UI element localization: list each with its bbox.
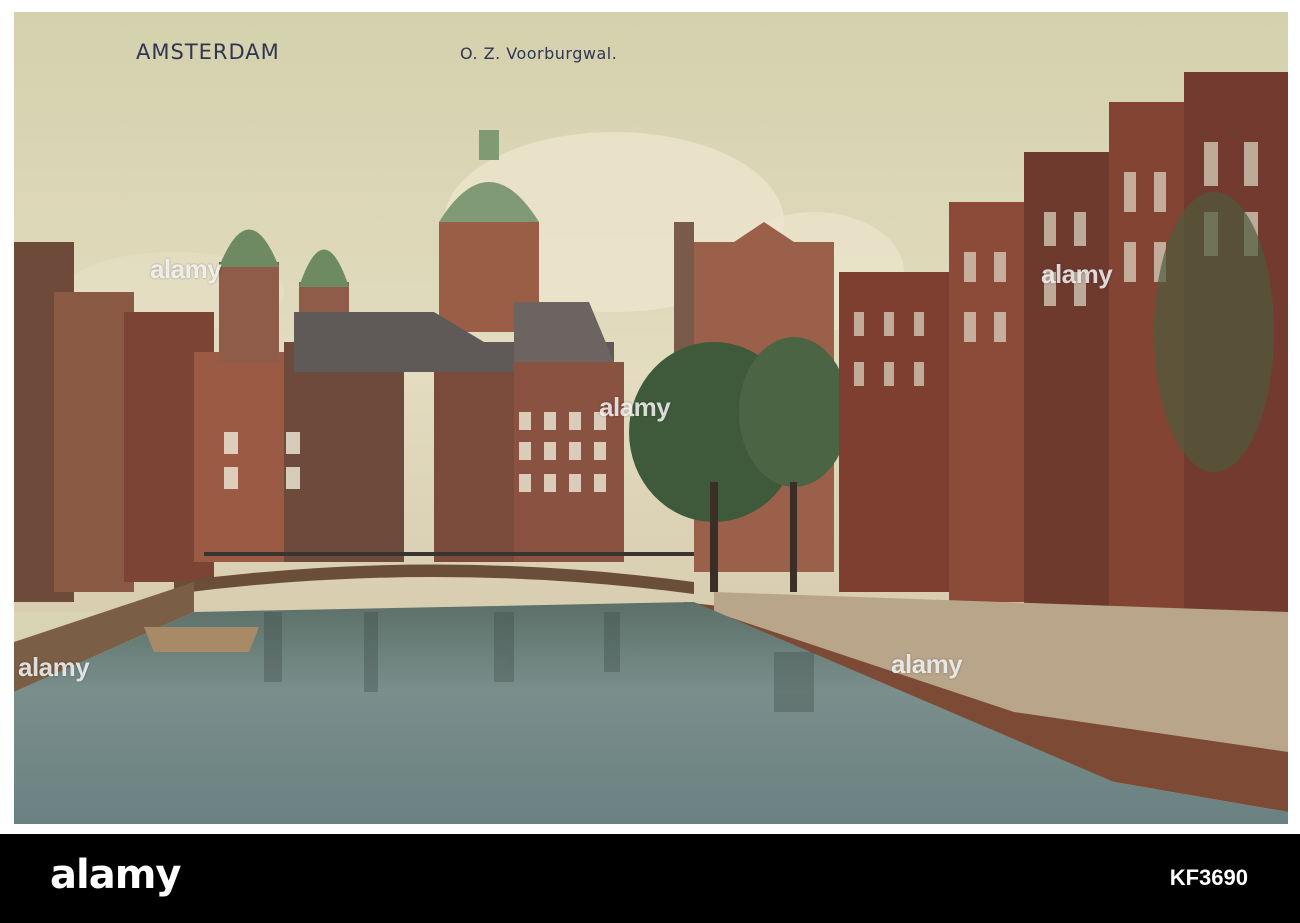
watermark: alamy	[1041, 259, 1113, 289]
bridge-railing	[204, 552, 694, 556]
building-left	[54, 292, 134, 592]
church-lantern	[479, 130, 499, 160]
footer-bar: alamy KF3690	[0, 834, 1300, 923]
watermark: alamy	[18, 652, 90, 682]
building-right	[1024, 152, 1114, 612]
building-right	[949, 202, 1029, 602]
tree	[1154, 192, 1274, 472]
alamy-logo[interactable]: alamy	[50, 852, 181, 898]
chimney	[674, 222, 694, 362]
postcard-caption-city: AMSTERDAM	[136, 40, 280, 64]
image-id: KF3690	[1169, 865, 1248, 890]
tree	[739, 337, 849, 487]
watermark: alamy	[891, 649, 963, 679]
postcard-caption-street: O. Z. Voorburgwal.	[460, 44, 618, 63]
postcard-photo: AMSTERDAM O. Z. Voorburgwal. alamy alamy…	[14, 12, 1288, 824]
tree-trunk	[710, 482, 718, 592]
watermark: alamy	[599, 392, 671, 422]
building-left	[284, 342, 404, 562]
watermark: alamy	[150, 254, 222, 284]
building-center	[434, 372, 514, 562]
tower	[219, 262, 279, 362]
boat	[144, 627, 259, 652]
tree-trunk	[790, 482, 797, 592]
